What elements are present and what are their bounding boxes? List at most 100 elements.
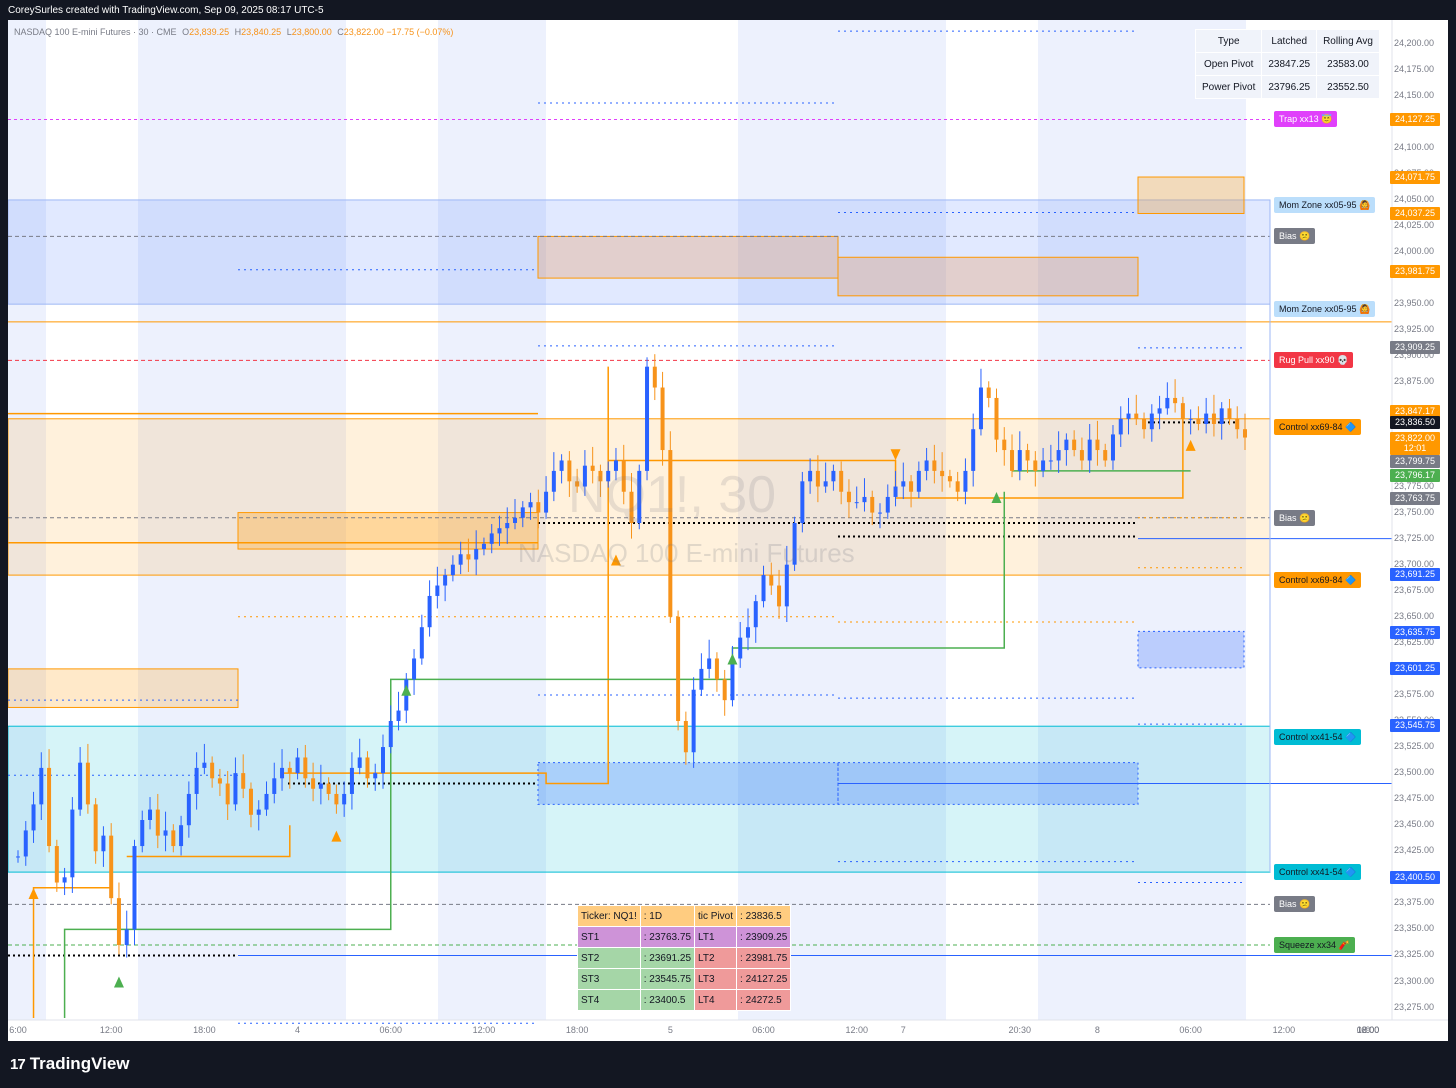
time-axis-tick: 8 — [1094, 1025, 1100, 1035]
candle-body — [272, 778, 277, 794]
price-axis-tick: 23,725.00 — [1393, 532, 1434, 543]
candle-body — [1079, 450, 1084, 461]
candle-body — [722, 679, 727, 701]
price-axis-label: 23,400.50 — [1390, 870, 1440, 884]
demand-zone — [8, 668, 239, 708]
levels-cell: LT4 — [694, 989, 738, 1011]
levels-header-row: Ticker: NQ1! : 1D tic Pivot : 23836.5 — [577, 905, 792, 927]
candle-body — [1235, 418, 1240, 430]
level-tag[interactable]: Bias 😕 — [1274, 509, 1316, 526]
candle-body — [947, 476, 952, 482]
candle-body — [1188, 418, 1193, 420]
price-axis-tick: 23,950.00 — [1393, 298, 1434, 309]
candle-body — [878, 512, 883, 514]
candle-body — [295, 757, 300, 774]
candle-body — [1157, 408, 1162, 414]
candle-body — [380, 747, 385, 774]
candle-body — [334, 793, 339, 805]
candle-body — [800, 481, 805, 523]
levels-cell: : 23981.75 — [736, 947, 792, 969]
candle-body — [916, 470, 921, 492]
candle-body — [1041, 460, 1046, 471]
candle-body — [1165, 397, 1170, 409]
candle-body — [909, 481, 914, 492]
candle-body — [676, 616, 681, 721]
candle-body — [342, 793, 347, 805]
levels-row: ST2 : 23691.25 LT2 : 23981.75 — [577, 947, 792, 969]
candle-body — [264, 793, 269, 810]
supply-zone — [537, 235, 839, 279]
level-tag[interactable]: Control xx41-54 🔷 — [1274, 728, 1362, 745]
candle-body — [683, 721, 688, 753]
candle-body — [248, 788, 253, 815]
time-axis-tick: 18:00 — [1356, 1025, 1380, 1035]
legend-close: 23,822.00 — [343, 27, 384, 37]
candle-body — [971, 429, 976, 471]
level-tag[interactable]: Control xx69-84 🔷 — [1274, 419, 1362, 436]
candle-body — [427, 595, 432, 628]
candle-body — [1095, 439, 1100, 451]
chart-pane[interactable]: NQ1!, 30 NASDAQ 100 E-mini Futures NASDA… — [8, 20, 1448, 1041]
candle-body — [256, 809, 261, 815]
candle-body — [373, 773, 378, 779]
candle-body — [70, 809, 75, 878]
level-tag[interactable]: Control xx41-54 🔷 — [1274, 864, 1362, 881]
footer-bar: 17 TradingView — [0, 1041, 1456, 1088]
time-axis-tick: 7 — [900, 1025, 906, 1035]
legend-change: −17.75 (−0.07%) — [386, 27, 454, 37]
candle-body — [419, 627, 424, 659]
candle-body — [846, 491, 851, 503]
candle-body — [1087, 439, 1092, 461]
level-tag[interactable]: Bias 😕 — [1274, 228, 1316, 245]
candle-body — [707, 658, 712, 669]
level-tag[interactable]: Mom Zone xx05-95 🙆 — [1274, 197, 1376, 214]
levels-cell: : 23691.25 — [639, 947, 696, 969]
candle-body — [311, 778, 316, 789]
candle-body — [47, 767, 52, 847]
candle-body — [761, 575, 766, 602]
levels-cell: : 24272.5 — [736, 989, 792, 1011]
candle-body — [132, 846, 137, 930]
level-tag[interactable]: Bias 😕 — [1274, 896, 1316, 913]
candle-body — [730, 658, 735, 701]
candle-body — [388, 721, 393, 748]
price-axis-tick: 23,575.00 — [1393, 688, 1434, 699]
time-axis-tick: 06:00 — [752, 1025, 775, 1035]
candle-body — [280, 767, 285, 779]
levels-cell: LT2 — [694, 947, 738, 969]
candle-body — [458, 554, 463, 565]
chart-canvas[interactable] — [8, 20, 1448, 1041]
candle-body — [93, 804, 98, 852]
candle-body — [660, 387, 665, 451]
level-tag[interactable]: Rug Pull xx90 💀 — [1274, 352, 1354, 369]
candle-body — [194, 767, 199, 794]
candle-body — [217, 778, 222, 784]
candle-body — [23, 830, 28, 857]
levels-cell: Ticker: NQ1! — [577, 905, 641, 927]
price-axis-label: 23,796.17 — [1390, 469, 1440, 483]
legend-low: 23,800.00 — [291, 27, 332, 37]
buy-signal-icon — [113, 976, 124, 988]
pivot-header-latched: Latched — [1261, 29, 1318, 53]
candle-body — [140, 820, 145, 847]
candle-body — [1048, 460, 1053, 462]
ohlc-legend[interactable]: NASDAQ 100 E-mini Futures · 30 · CME O23… — [14, 27, 453, 37]
candle-body — [1118, 418, 1123, 435]
price-axis-tick: 23,275.00 — [1393, 1001, 1434, 1012]
level-tag[interactable]: Trap xx13 😇 — [1274, 111, 1338, 128]
candle-body — [210, 762, 215, 779]
level-tag[interactable]: Control xx69-84 🔷 — [1274, 572, 1362, 589]
candle-body — [823, 481, 828, 487]
pivot-cell: 23583.00 — [1316, 52, 1380, 76]
candle-body — [699, 668, 704, 690]
level-tag[interactable]: Mom Zone xx05-95 🙆 — [1274, 301, 1376, 318]
pivot-row-open: Open Pivot 23847.25 23583.00 — [1194, 52, 1380, 76]
tradingview-logo[interactable]: 17 TradingView — [10, 1054, 130, 1074]
level-tag[interactable]: Squeeze xx34 🧨 — [1274, 937, 1355, 954]
time-axis-tick: 5 — [667, 1025, 673, 1035]
candle-body — [171, 830, 176, 847]
candle-body — [1010, 450, 1015, 471]
levels-cell: ST2 — [577, 947, 641, 969]
candle-body — [940, 470, 945, 477]
candle-body — [1227, 408, 1232, 419]
